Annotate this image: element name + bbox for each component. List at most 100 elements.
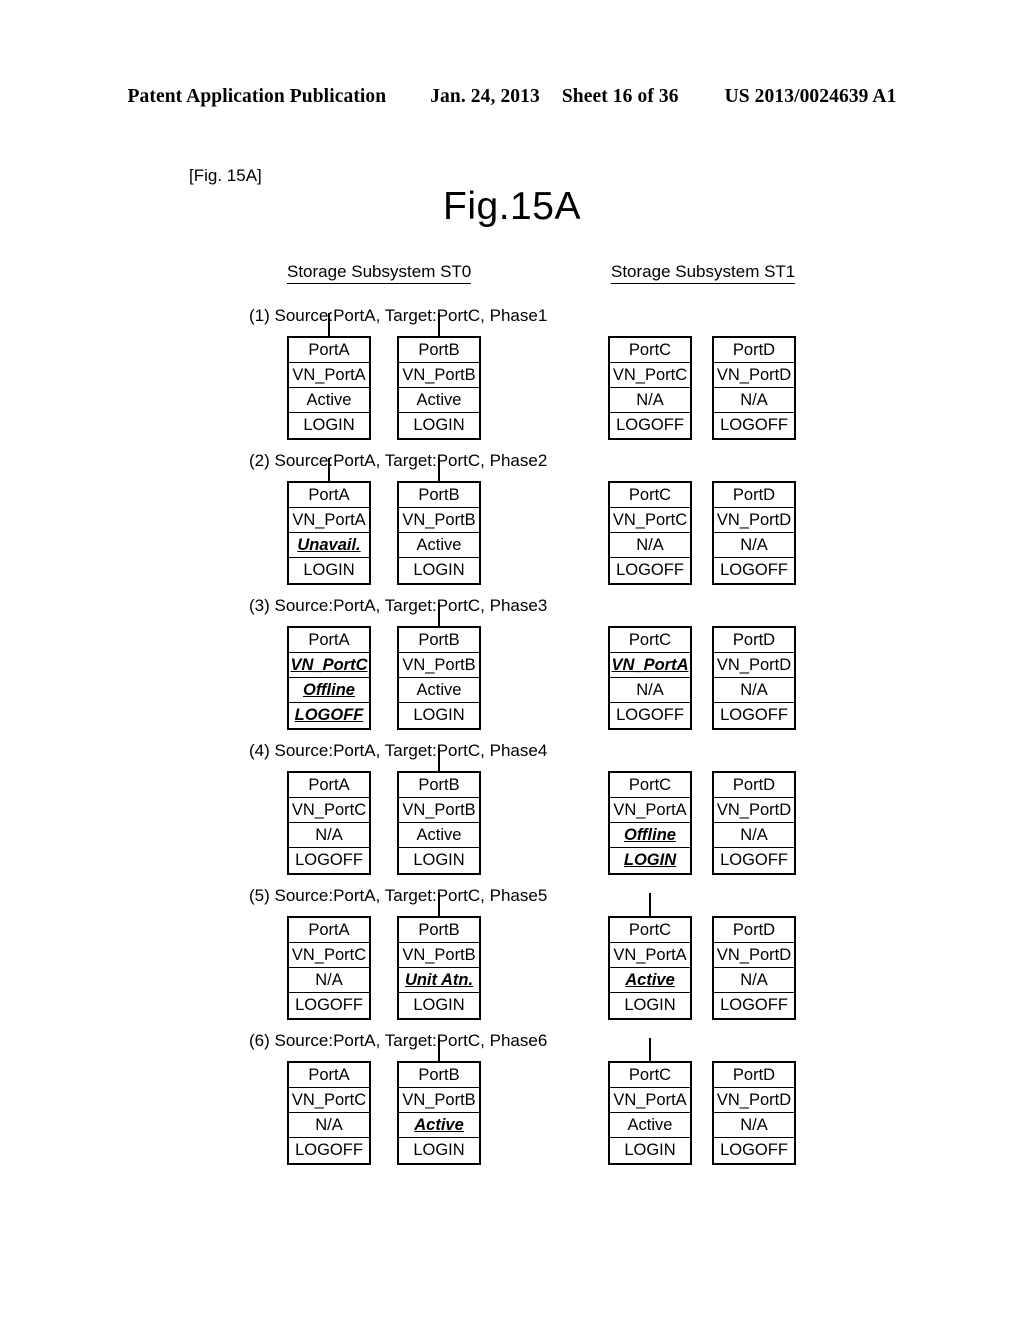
port-attribute-cell: N/A (289, 1113, 369, 1138)
port-name-cell: PortD (714, 483, 794, 508)
port-box[interactable]: PortB VN_PortB Active LOGIN (397, 626, 481, 730)
port-attribute-cell: VN_PortB (399, 363, 479, 388)
port-attribute-cell: Active (399, 388, 479, 413)
port-name-cell: PortA (289, 628, 369, 653)
port-attribute-cell: LOGOFF (616, 416, 684, 434)
port-attribute-cell: LOGOFF (294, 706, 364, 724)
port-box[interactable]: PortB VN_PortB Active LOGIN (397, 336, 481, 440)
publication-title: Patent Application Publication (127, 86, 387, 107)
port-attribute-cell: VN_PortA (610, 798, 690, 823)
port-box[interactable]: PortB VN_PortB Unit Atn. LOGIN (397, 916, 481, 1020)
port-attribute-cell: LOGIN (413, 851, 465, 869)
port-attribute-cell: LOGOFF (616, 706, 684, 724)
port-attribute-cell: VN_PortB (399, 943, 479, 968)
port-name-cell: PortD (714, 773, 794, 798)
port-box[interactable]: PortA VN_PortA Active LOGIN (287, 336, 371, 440)
port-box[interactable]: PortA VN_PortC N/A LOGOFF (287, 1061, 371, 1165)
port-name-cell: PortD (714, 338, 794, 363)
port-attribute-cell: LOGOFF (720, 996, 788, 1014)
port-attribute-cell: VN_PortD (714, 653, 794, 678)
port-box[interactable]: PortD VN_PortD N/A LOGOFF (712, 336, 796, 440)
port-name-cell: PortC (610, 628, 690, 653)
port-name-cell: PortC (610, 338, 690, 363)
port-attribute-cell: N/A (714, 823, 794, 848)
port-box[interactable]: PortC VN_PortA N/A LOGOFF (608, 626, 692, 730)
port-box[interactable]: PortD VN_PortD N/A LOGOFF (712, 481, 796, 585)
port-box[interactable]: PortA VN_PortC Offline LOGOFF (287, 626, 371, 730)
port-name-cell: PortD (714, 1063, 794, 1088)
publication-header: Patent Application Publication Jan. 24, … (0, 86, 1024, 108)
phase-label: (4) Source:PortA, Target:PortC, Phase4 (249, 741, 548, 760)
port-attribute-cell: VN_PortC (289, 943, 369, 968)
port-attribute-cell: LOGIN (413, 706, 465, 724)
connector-line-b (438, 1038, 440, 1061)
port-box[interactable]: PortA VN_PortA Unavail. LOGIN (287, 481, 371, 585)
port-attribute-cell: Offline (610, 823, 690, 848)
port-box[interactable]: PortA VN_PortC N/A LOGOFF (287, 771, 371, 875)
port-attribute-cell: VN_PortC (610, 508, 690, 533)
port-attribute-cell: LOGIN (624, 996, 676, 1014)
port-name-cell: PortA (289, 918, 369, 943)
port-box[interactable]: PortC VN_PortA Offline LOGIN (608, 771, 692, 875)
figure-bracket-label: [Fig. 15A] (189, 166, 262, 185)
port-name-cell: PortB (399, 1063, 479, 1088)
port-box[interactable]: PortB VN_PortB Active LOGIN (397, 771, 481, 875)
port-attribute-cell: N/A (610, 678, 690, 703)
port-attribute-cell: Active (399, 1113, 479, 1138)
connector-line-a (328, 458, 330, 481)
sheet-number: Sheet 16 of 36 (561, 86, 679, 107)
port-attribute-cell: VN_PortA (610, 1088, 690, 1113)
port-attribute-cell: VN_PortD (714, 1088, 794, 1113)
port-attribute-cell: N/A (610, 533, 690, 558)
port-box[interactable]: PortA VN_PortC N/A LOGOFF (287, 916, 371, 1020)
phase-group: (3) Source:PortA, Target:PortC, Phase3 Po… (0, 596, 1024, 741)
connector-line-b (438, 893, 440, 916)
port-attribute-cell: N/A (714, 678, 794, 703)
port-attribute-cell: VN_PortA (289, 363, 369, 388)
port-box[interactable]: PortC VN_PortC N/A LOGOFF (608, 336, 692, 440)
phase-label: (6) Source:PortA, Target:PortC, Phase6 (249, 1031, 548, 1050)
port-attribute-cell: LOGIN (303, 416, 355, 434)
port-attribute-cell: VN_PortD (714, 943, 794, 968)
port-name-cell: PortD (714, 628, 794, 653)
port-attribute-cell: VN_PortB (399, 653, 479, 678)
port-name-cell: PortB (399, 918, 479, 943)
figure-title: Fig.15A (443, 185, 581, 228)
port-box[interactable]: PortC VN_PortA Active LOGIN (608, 916, 692, 1020)
port-attribute-cell: Active (399, 678, 479, 703)
port-attribute-cell: VN_PortC (289, 653, 369, 678)
port-box[interactable]: PortB VN_PortB Active LOGIN (397, 481, 481, 585)
port-box[interactable]: PortD VN_PortD N/A LOGOFF (712, 771, 796, 875)
phase-label: (2) Source:PortA, Target:PortC, Phase2 (249, 451, 548, 470)
port-attribute-cell: LOGOFF (720, 851, 788, 869)
port-box[interactable]: PortC VN_PortA Active LOGIN (608, 1061, 692, 1165)
port-attribute-cell: Active (399, 533, 479, 558)
port-attribute-cell: LOGIN (413, 1141, 465, 1159)
port-name-cell: PortC (610, 1063, 690, 1088)
port-attribute-cell: N/A (714, 533, 794, 558)
port-box[interactable]: PortD VN_PortD N/A LOGOFF (712, 626, 796, 730)
port-attribute-cell: N/A (289, 823, 369, 848)
port-attribute-cell: VN_PortB (399, 508, 479, 533)
port-name-cell: PortC (610, 773, 690, 798)
port-name-cell: PortD (714, 918, 794, 943)
port-attribute-cell: LOGIN (413, 561, 465, 579)
port-box[interactable]: PortD VN_PortD N/A LOGOFF (712, 916, 796, 1020)
port-box[interactable]: PortC VN_PortC N/A LOGOFF (608, 481, 692, 585)
port-name-cell: PortB (399, 773, 479, 798)
port-box[interactable]: PortB VN_PortB Active LOGIN (397, 1061, 481, 1165)
port-attribute-cell: LOGOFF (720, 1141, 788, 1159)
port-attribute-cell: LOGOFF (295, 996, 363, 1014)
port-attribute-cell: VN_PortA (289, 508, 369, 533)
port-attribute-cell: N/A (714, 1113, 794, 1138)
port-attribute-cell: LOGIN (303, 561, 355, 579)
connector-line-b (438, 603, 440, 626)
port-attribute-cell: VN_PortD (714, 508, 794, 533)
port-attribute-cell: N/A (714, 968, 794, 993)
port-attribute-cell: VN_PortC (289, 798, 369, 823)
port-attribute-cell: VN_PortD (714, 798, 794, 823)
port-name-cell: PortC (610, 483, 690, 508)
port-box[interactable]: PortD VN_PortD N/A LOGOFF (712, 1061, 796, 1165)
phase-group: (1) Source:PortA, Target:PortC, Phase1 Po… (0, 306, 1024, 451)
port-name-cell: PortA (289, 773, 369, 798)
